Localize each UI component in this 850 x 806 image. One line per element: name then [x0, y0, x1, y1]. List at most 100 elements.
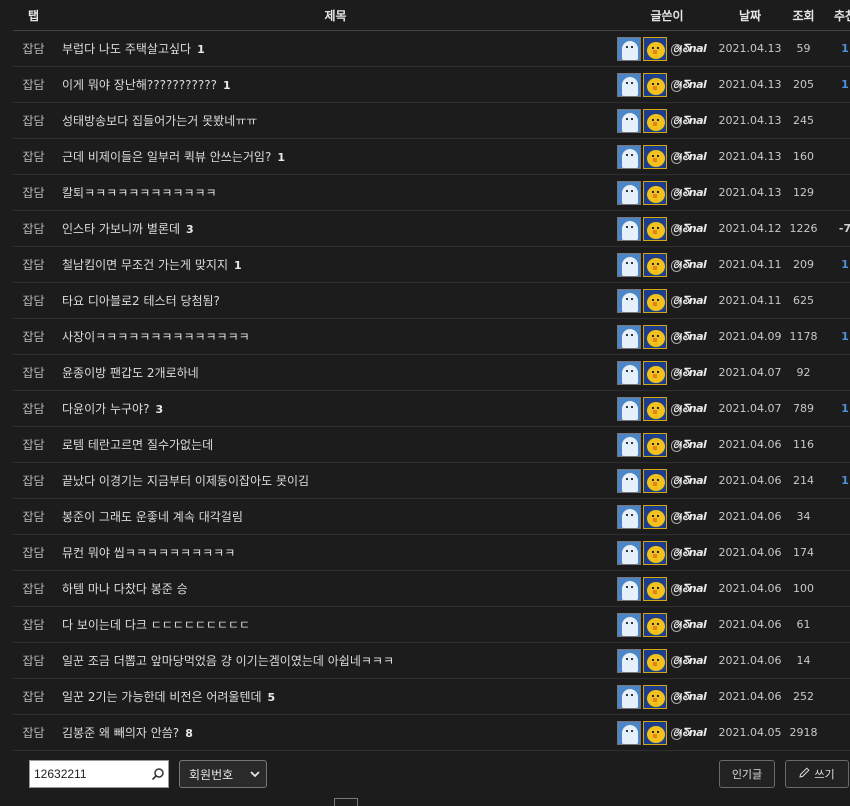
post-title[interactable]: 로템 테란고르면 질수가없는데 — [62, 438, 213, 452]
post-writer[interactable]: ᘛ ᘕnal — [617, 426, 717, 463]
post-tab[interactable]: 잡담 — [13, 606, 54, 643]
post-row[interactable]: 잡담 다윤이가 누구야? 3 ᘛ ᘕnal 2021.04.07 789 1 — [13, 390, 850, 427]
post-row[interactable]: 잡담 다 보이는데 다크 ㄷㄷㄷㄷㄷㄷㄷㄷㄷ ᘛ ᘕnal 2021.04.06 61 — [13, 606, 850, 643]
post-tab[interactable]: 잡담 — [13, 390, 54, 427]
writer-nickname[interactable]: ᘛ ᘕnal — [671, 366, 707, 380]
writer-nickname[interactable]: ᘛ ᘕnal — [671, 438, 707, 452]
search-box[interactable] — [29, 760, 169, 788]
writer-nickname[interactable]: ᘛ ᘕnal — [671, 474, 707, 488]
comment-count[interactable]: 1 — [223, 79, 231, 92]
post-title[interactable]: 성태방송보다 집들어가는거 못봤네ㅠㅠ — [62, 114, 257, 128]
comment-count[interactable]: 1 — [277, 151, 285, 164]
post-writer[interactable]: ᘛ ᘕnal — [617, 498, 717, 535]
post-row[interactable]: 잡담 끝났다 이경기는 지금부터 이제동이잡아도 못이김 ᘛ ᘕnal 2021.04.… — [13, 462, 850, 499]
post-writer[interactable]: ᘛ ᘕnal — [617, 102, 717, 139]
post-title-cell[interactable]: 성태방송보다 집들어가는거 못봤네ㅠㅠ — [54, 102, 617, 139]
writer-nickname[interactable]: ᘛ ᘕnal — [671, 618, 707, 632]
post-tab[interactable]: 잡담 — [13, 246, 54, 283]
writer-nickname[interactable]: ᘛ ᘕnal — [671, 546, 707, 560]
post-row[interactable]: 잡담 윤종이방 팬갑도 2개로하네 ᘛ ᘕnal 2021.04.07 92 — [13, 354, 850, 391]
writer-nickname[interactable]: ᘛ ᘕnal — [671, 258, 707, 272]
post-writer[interactable]: ᘛ ᘕnal — [617, 570, 717, 607]
post-row[interactable]: 잡담 성태방송보다 집들어가는거 못봤네ㅠㅠ ᘛ ᘕnal 2021.04.13 245 — [13, 102, 850, 139]
comment-count[interactable]: 3 — [155, 403, 163, 416]
post-tab[interactable]: 잡담 — [13, 318, 54, 355]
post-title-cell[interactable]: 일꾼 2기는 가능한데 비전은 어려울텐데 5 — [54, 678, 617, 715]
post-title[interactable]: 일꾼 조금 더뽑고 앞마당먹었음 걍 이기는겜이였는데 아쉽네ㅋㅋㅋ — [62, 654, 394, 668]
post-writer[interactable]: ᘛ ᘕnal — [617, 66, 717, 103]
post-row[interactable]: 잡담 근데 비제이들은 일부러 퀵뷰 안쓰는거임? 1 ᘛ ᘕnal 2021.04.13… — [13, 138, 850, 175]
writer-nickname[interactable]: ᘛ ᘕnal — [671, 726, 707, 740]
post-writer[interactable]: ᘛ ᘕnal — [617, 606, 717, 643]
comment-count[interactable]: 3 — [186, 223, 194, 236]
post-row[interactable]: 잡담 이게 뭐야 장난해??????????? 1 ᘛ ᘕnal 2021.04.13 20… — [13, 66, 850, 103]
writer-nickname[interactable]: ᘛ ᘕnal — [671, 582, 707, 596]
post-writer[interactable]: ᘛ ᘕnal — [617, 462, 717, 499]
post-title-cell[interactable]: 다윤이가 누구야? 3 — [54, 390, 617, 427]
post-writer[interactable]: ᘛ ᘕnal — [617, 318, 717, 355]
post-writer[interactable]: ᘛ ᘕnal — [617, 174, 717, 211]
post-tab[interactable]: 잡담 — [13, 678, 54, 715]
post-title-cell[interactable]: 봉준이 그래도 운좋네 계속 대각걸림 — [54, 498, 617, 535]
comment-count[interactable]: 8 — [185, 727, 193, 740]
post-tab[interactable]: 잡담 — [13, 210, 54, 247]
comment-count[interactable]: 1 — [234, 259, 242, 272]
post-tab[interactable]: 잡담 — [13, 30, 54, 67]
post-row[interactable]: 잡담 일꾼 조금 더뽑고 앞마당먹었음 걍 이기는겜이였는데 아쉽네ㅋㅋㅋ ᘛ ᘕna… — [13, 642, 850, 679]
post-title-cell[interactable]: 일꾼 조금 더뽑고 앞마당먹었음 걍 이기는겜이였는데 아쉽네ㅋㅋㅋ — [54, 642, 617, 679]
writer-nickname[interactable]: ᘛ ᘕnal — [671, 654, 707, 668]
post-title[interactable]: 인스타 가보니까 별론데 — [62, 222, 180, 236]
post-title-cell[interactable]: 이게 뭐야 장난해??????????? 1 — [54, 66, 617, 103]
post-tab[interactable]: 잡담 — [13, 534, 54, 571]
post-title-cell[interactable]: 칼퇴ㅋㅋㅋㅋㅋㅋㅋㅋㅋㅋㅋㅋ — [54, 174, 617, 211]
post-row[interactable]: 잡담 김봉준 왜 빼의자 안씀? 8 ᘛ ᘕnal 2021.04.05 2918 — [13, 714, 850, 751]
comment-count[interactable]: 1 — [197, 43, 205, 56]
post-title[interactable]: 부럽다 나도 주택살고싶다 — [62, 42, 191, 56]
post-title-cell[interactable]: 다 보이는데 다크 ㄷㄷㄷㄷㄷㄷㄷㄷㄷ — [54, 606, 617, 643]
post-title[interactable]: 타요 디아블로2 테스터 당첨됨? — [62, 294, 220, 308]
post-title-cell[interactable]: 인스타 가보니까 별론데 3 — [54, 210, 617, 247]
post-row[interactable]: 잡담 일꾼 2기는 가능한데 비전은 어려울텐데 5 ᘛ ᘕnal 2021.04.06 2… — [13, 678, 850, 715]
post-row[interactable]: 잡담 철남킴이면 무조건 가는게 맞지지 1 ᘛ ᘕnal 2021.04.11 209 1 — [13, 246, 850, 283]
post-row[interactable]: 잡담 로템 테란고르면 질수가없는데 ᘛ ᘕnal 2021.04.06 116 — [13, 426, 850, 463]
writer-nickname[interactable]: ᘛ ᘕnal — [671, 150, 707, 164]
post-title-cell[interactable]: 끝났다 이경기는 지금부터 이제동이잡아도 못이김 — [54, 462, 617, 499]
post-title-cell[interactable]: 철남킴이면 무조건 가는게 맞지지 1 — [54, 246, 617, 283]
post-tab[interactable]: 잡담 — [13, 174, 54, 211]
post-title[interactable]: 다 보이는데 다크 ㄷㄷㄷㄷㄷㄷㄷㄷㄷ — [62, 618, 250, 632]
writer-nickname[interactable]: ᘛ ᘕnal — [671, 186, 707, 200]
write-button[interactable]: 쓰기 — [785, 760, 849, 788]
post-row[interactable]: 잡담 봉준이 그래도 운좋네 계속 대각걸림 ᘛ ᘕnal 2021.04.06 34 — [13, 498, 850, 535]
post-title[interactable]: 뮤컨 뭐야 씹ㅋㅋㅋㅋㅋㅋㅋㅋㅋㅋ — [62, 546, 235, 560]
post-row[interactable]: 잡담 인스타 가보니까 별론데 3 ᘛ ᘕnal 2021.04.12 1226 -7 — [13, 210, 850, 247]
post-title[interactable]: 칼퇴ㅋㅋㅋㅋㅋㅋㅋㅋㅋㅋㅋㅋ — [62, 186, 217, 200]
post-title[interactable]: 봉준이 그래도 운좋네 계속 대각걸림 — [62, 510, 243, 524]
post-title-cell[interactable]: 윤종이방 팬갑도 2개로하네 — [54, 354, 617, 391]
writer-nickname[interactable]: ᘛ ᘕnal — [671, 78, 707, 92]
post-row[interactable]: 잡담 하템 마나 다찼다 봉준 승 ᘛ ᘕnal 2021.04.06 100 — [13, 570, 850, 607]
post-tab[interactable]: 잡담 — [13, 426, 54, 463]
search-icon[interactable] — [148, 764, 168, 784]
post-title-cell[interactable]: 로템 테란고르면 질수가없는데 — [54, 426, 617, 463]
post-writer[interactable]: ᘛ ᘕnal — [617, 714, 717, 751]
post-tab[interactable]: 잡담 — [13, 102, 54, 139]
post-title[interactable]: 끝났다 이경기는 지금부터 이제동이잡아도 못이김 — [62, 474, 309, 488]
post-tab[interactable]: 잡담 — [13, 570, 54, 607]
post-tab[interactable]: 잡담 — [13, 354, 54, 391]
post-tab[interactable]: 잡담 — [13, 66, 54, 103]
post-title-cell[interactable]: 부럽다 나도 주택살고싶다 1 — [54, 30, 617, 67]
writer-nickname[interactable]: ᘛ ᘕnal — [671, 114, 707, 128]
post-row[interactable]: 잡담 뮤컨 뭐야 씹ㅋㅋㅋㅋㅋㅋㅋㅋㅋㅋ ᘛ ᘕnal 2021.04.06 174 — [13, 534, 850, 571]
writer-nickname[interactable]: ᘛ ᘕnal — [671, 42, 707, 56]
popular-posts-button[interactable]: 인기글 — [719, 760, 775, 788]
post-writer[interactable]: ᘛ ᘕnal — [617, 282, 717, 319]
post-title-cell[interactable]: 뮤컨 뭐야 씹ㅋㅋㅋㅋㅋㅋㅋㅋㅋㅋ — [54, 534, 617, 571]
post-row[interactable]: 잡담 사장이ㅋㅋㅋㅋㅋㅋㅋㅋㅋㅋㅋㅋㅋㅋ ᘛ ᘕnal 2021.04.09 1178 1 — [13, 318, 850, 355]
writer-nickname[interactable]: ᘛ ᘕnal — [671, 222, 707, 236]
post-title-cell[interactable]: 김봉준 왜 빼의자 안씀? 8 — [54, 714, 617, 751]
writer-nickname[interactable]: ᘛ ᘕnal — [671, 690, 707, 704]
post-title[interactable]: 윤종이방 팬갑도 2개로하네 — [62, 366, 199, 380]
post-title[interactable]: 사장이ㅋㅋㅋㅋㅋㅋㅋㅋㅋㅋㅋㅋㅋㅋ — [62, 330, 250, 344]
post-writer[interactable]: ᘛ ᘕnal — [617, 642, 717, 679]
writer-nickname[interactable]: ᘛ ᘕnal — [671, 294, 707, 308]
